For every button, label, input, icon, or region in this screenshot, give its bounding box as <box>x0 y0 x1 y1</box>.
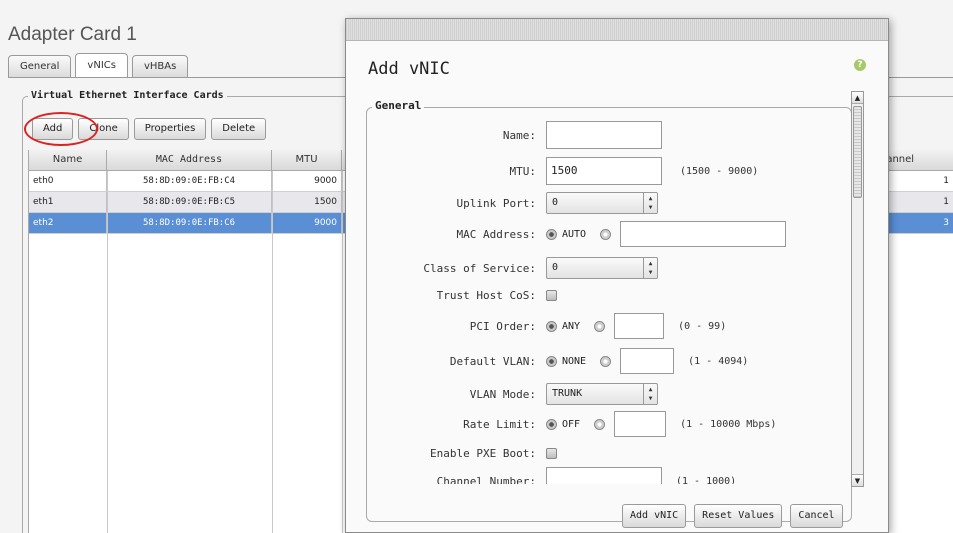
class-of-service-label: Class of Service: <box>423 261 536 275</box>
mtu-row: MTU: 1500 (1500 - 9000) <box>346 157 759 185</box>
add-vnic-button[interactable]: Add vNIC <box>622 504 687 528</box>
vlan-none-radio[interactable] <box>546 355 557 367</box>
uplink-port-row: Uplink Port: 0 ▲ ▼ <box>346 191 658 215</box>
tab-vnics[interactable]: vNICs <box>75 53 128 77</box>
tab-general[interactable]: General <box>8 55 72 77</box>
tab-bar: General vNICs vHBAs <box>8 53 192 77</box>
column-header-mtu[interactable]: MTU <box>272 150 342 170</box>
channel-number-row: Channel Number: (1 - 1000) <box>346 467 737 485</box>
pci-order-field[interactable] <box>614 313 665 339</box>
trust-host-cos-row: Trust Host CoS: <box>346 283 557 307</box>
trust-host-cos-label: Trust Host CoS: <box>436 288 536 302</box>
spinner-arrows-icon: ▲ ▼ <box>643 384 657 404</box>
question-icon[interactable]: ? <box>854 59 866 71</box>
uplink-port-select[interactable]: 0 ▲ ▼ <box>546 192 658 214</box>
reset-values-button[interactable]: Reset Values <box>694 504 783 528</box>
default-vlan-label: Default VLAN: <box>449 354 536 368</box>
column-divider <box>107 171 108 533</box>
cell-mtu: 9000 <box>272 213 342 233</box>
dialog-drag-bar[interactable] <box>346 19 888 41</box>
dialog-button-bar: Add vNIC Reset Values Cancel <box>622 504 843 528</box>
name-label: Name: <box>502 128 536 142</box>
pci-order-label: PCI Order: <box>469 319 536 333</box>
tab-vhbas[interactable]: vHBAs <box>131 55 189 77</box>
rate-limit-range: (1 - 10000 Mbps) <box>680 418 777 430</box>
rate-limit-field[interactable] <box>614 411 667 437</box>
default-vlan-field[interactable] <box>620 348 675 374</box>
cell-name: eth1 <box>29 192 107 212</box>
mac-address-label: MAC Address: <box>456 227 536 241</box>
default-vlan-range: (1 - 4094) <box>688 355 749 367</box>
mac-auto-label: AUTO <box>562 228 587 240</box>
cell-mtu: 1500 <box>272 192 342 212</box>
cell-name: eth0 <box>29 171 107 191</box>
column-divider <box>342 171 343 533</box>
add-button-highlight-circle <box>24 112 98 146</box>
mac-manual-radio[interactable] <box>600 228 612 240</box>
scroll-down-icon[interactable]: ▼ <box>852 474 863 486</box>
rate-off-label: OFF <box>562 418 581 430</box>
column-divider <box>272 171 273 533</box>
pci-manual-radio[interactable] <box>594 320 606 332</box>
pci-any-label: ANY <box>562 320 581 332</box>
add-vnic-dialog: Add vNIC ? General ▲ ▼ Name: MTU: 1500 (… <box>345 18 889 533</box>
channel-number-clip: Channel Number: (1 - 1000) <box>346 459 851 484</box>
cell-mac: 58:8D:09:0E:FB:C4 <box>107 171 272 191</box>
enable-pxe-boot-checkbox[interactable] <box>546 447 557 459</box>
mac-auto-radio[interactable] <box>546 228 557 240</box>
mtu-range: (1500 - 9000) <box>680 165 759 177</box>
cancel-button[interactable]: Cancel <box>790 504 843 528</box>
cell-mtu: 9000 <box>272 171 342 191</box>
spinner-arrows-icon: ▲ ▼ <box>643 258 657 278</box>
vlan-mode-label: VLAN Mode: <box>469 387 536 401</box>
rate-limit-row: Rate Limit: OFF (1 - 10000 Mbps) <box>346 411 777 437</box>
column-header-name[interactable]: Name <box>29 150 107 170</box>
mtu-field[interactable]: 1500 <box>546 157 662 185</box>
vlan-none-label: NONE <box>562 355 587 367</box>
dialog-scrollbar[interactable]: ▲ ▼ <box>851 91 864 487</box>
cell-mac: 58:8D:09:0E:FB:C6 <box>107 213 272 233</box>
spinner-arrows-icon: ▲ ▼ <box>643 193 657 213</box>
rate-off-radio[interactable] <box>546 418 557 430</box>
vlan-mode-row: VLAN Mode: TRUNK ▲ ▼ <box>346 382 658 406</box>
properties-button[interactable]: Properties <box>133 118 207 140</box>
channel-number-label: Channel Number: <box>436 474 536 485</box>
name-row: Name: <box>346 121 662 149</box>
pci-order-row: PCI Order: ANY (0 - 99) <box>346 313 727 339</box>
page-title: Adapter Card 1 <box>8 24 137 45</box>
rate-limit-label: Rate Limit: <box>463 417 536 431</box>
mac-address-field[interactable] <box>620 221 787 247</box>
default-vlan-row: Default VLAN: NONE (1 - 4094) <box>346 348 749 374</box>
channel-number-range: (1 - 1000) <box>676 475 737 485</box>
scroll-thumb[interactable] <box>853 106 862 198</box>
uplink-port-value: 0 <box>552 197 559 208</box>
trust-host-cos-checkbox[interactable] <box>546 289 557 301</box>
mtu-label: MTU: <box>509 164 537 178</box>
vlan-mode-select[interactable]: TRUNK ▲ ▼ <box>546 383 658 405</box>
vnic-group-legend: Virtual Ethernet Interface Cards <box>28 90 227 101</box>
vlan-mode-value: TRUNK <box>552 388 583 399</box>
channel-number-field[interactable] <box>546 467 662 484</box>
pci-order-range: (0 - 99) <box>678 320 727 332</box>
rate-manual-radio[interactable] <box>594 418 606 430</box>
cell-name: eth2 <box>29 213 107 233</box>
mac-address-row: MAC Address: AUTO <box>346 221 787 247</box>
scroll-up-icon[interactable]: ▲ <box>852 92 863 104</box>
pci-any-radio[interactable] <box>546 320 557 332</box>
cell-mac: 58:8D:09:0E:FB:C5 <box>107 192 272 212</box>
class-of-service-select[interactable]: 0 ▲ ▼ <box>546 257 658 279</box>
class-of-service-value: 0 <box>552 262 559 273</box>
uplink-port-label: Uplink Port: <box>456 196 536 210</box>
column-header-mac[interactable]: MAC Address <box>107 150 272 170</box>
class-of-service-row: Class of Service: 0 ▲ ▼ <box>346 256 658 280</box>
vlan-manual-radio[interactable] <box>600 355 612 367</box>
delete-button[interactable]: Delete <box>211 118 267 140</box>
general-legend: General <box>372 99 425 112</box>
enable-pxe-boot-label: Enable PXE Boot: <box>430 446 536 460</box>
name-field[interactable] <box>546 121 662 149</box>
dialog-title: Add vNIC <box>368 59 450 79</box>
